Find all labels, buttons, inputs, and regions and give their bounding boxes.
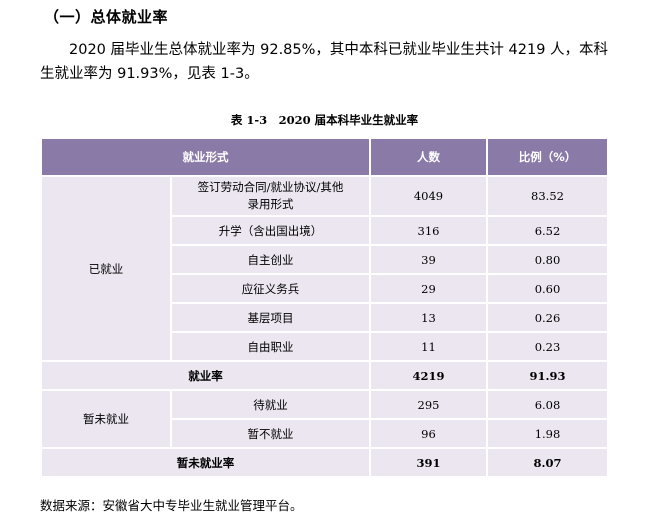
employed-group-label: 已就业 <box>40 175 172 362</box>
header-form: 就业形式 <box>40 137 371 177</box>
summary-paragraph: 2020 届毕业生总体就业率为 92.85%，其中本科已就业毕业生共计 4219… <box>40 42 609 82</box>
count-cell: 13 <box>369 302 488 333</box>
count-cell: 295 <box>369 389 488 420</box>
table-row: 已就业 签订劳动合同/就业协议/其他录用形式 4049 83.52 <box>40 175 609 362</box>
pct-cell: 6.52 <box>486 215 609 246</box>
table-header-row: 就业形式 人数 比例（%） <box>40 137 609 177</box>
employment-rate-pct: 91.93 <box>486 360 609 391</box>
employment-rate-count: 4219 <box>369 360 488 391</box>
form-cell: 待就业 <box>170 389 371 420</box>
employment-table: 就业形式 人数 比例（%） 已就业 签订劳动合同/就业协议/其他录用形式 404… <box>40 137 609 478</box>
employment-rate-row: 就业率 4219 91.93 <box>40 360 609 391</box>
table-row: 暂未就业 待就业 295 6.08 <box>40 389 609 449</box>
count-cell: 39 <box>369 244 488 275</box>
form-cell: 签订劳动合同/就业协议/其他录用形式 <box>170 175 371 217</box>
form-cell: 自主创业 <box>170 244 371 275</box>
pct-cell: 0.26 <box>486 302 609 333</box>
pct-cell: 0.80 <box>486 244 609 275</box>
header-pct: 比例（%） <box>486 137 609 177</box>
unemployment-rate-count: 391 <box>369 447 488 478</box>
table-caption: 表 1-3 2020 届本科毕业生就业率 <box>230 113 419 127</box>
pct-cell: 6.08 <box>486 389 609 420</box>
unemployed-group-label: 暂未就业 <box>40 389 172 449</box>
pct-cell: 0.60 <box>486 273 609 304</box>
employment-rate-label: 就业率 <box>40 360 371 391</box>
unemployment-rate-pct: 8.07 <box>486 447 609 478</box>
header-count: 人数 <box>369 137 488 177</box>
form-cell: 自由职业 <box>170 331 371 362</box>
data-source-note: 数据来源：安徽省大中专毕业生就业管理平台。 <box>40 498 303 513</box>
unemployment-rate-row: 暂未就业率 391 8.07 <box>40 447 609 478</box>
pct-cell: 0.23 <box>486 331 609 362</box>
count-cell: 11 <box>369 331 488 362</box>
unemployment-rate-label: 暂未就业率 <box>40 447 371 478</box>
count-cell: 316 <box>369 215 488 246</box>
form-cell: 升学（含出国出境） <box>170 215 371 246</box>
pct-cell: 83.52 <box>486 175 609 217</box>
form-cell: 应征义务兵 <box>170 273 371 304</box>
count-cell: 96 <box>369 418 488 449</box>
count-cell: 29 <box>369 273 488 304</box>
section-title: （一）总体就业率 <box>44 8 169 26</box>
form-cell: 基层项目 <box>170 302 371 333</box>
form-cell: 暂不就业 <box>170 418 371 449</box>
pct-cell: 1.98 <box>486 418 609 449</box>
count-cell: 4049 <box>369 175 488 217</box>
